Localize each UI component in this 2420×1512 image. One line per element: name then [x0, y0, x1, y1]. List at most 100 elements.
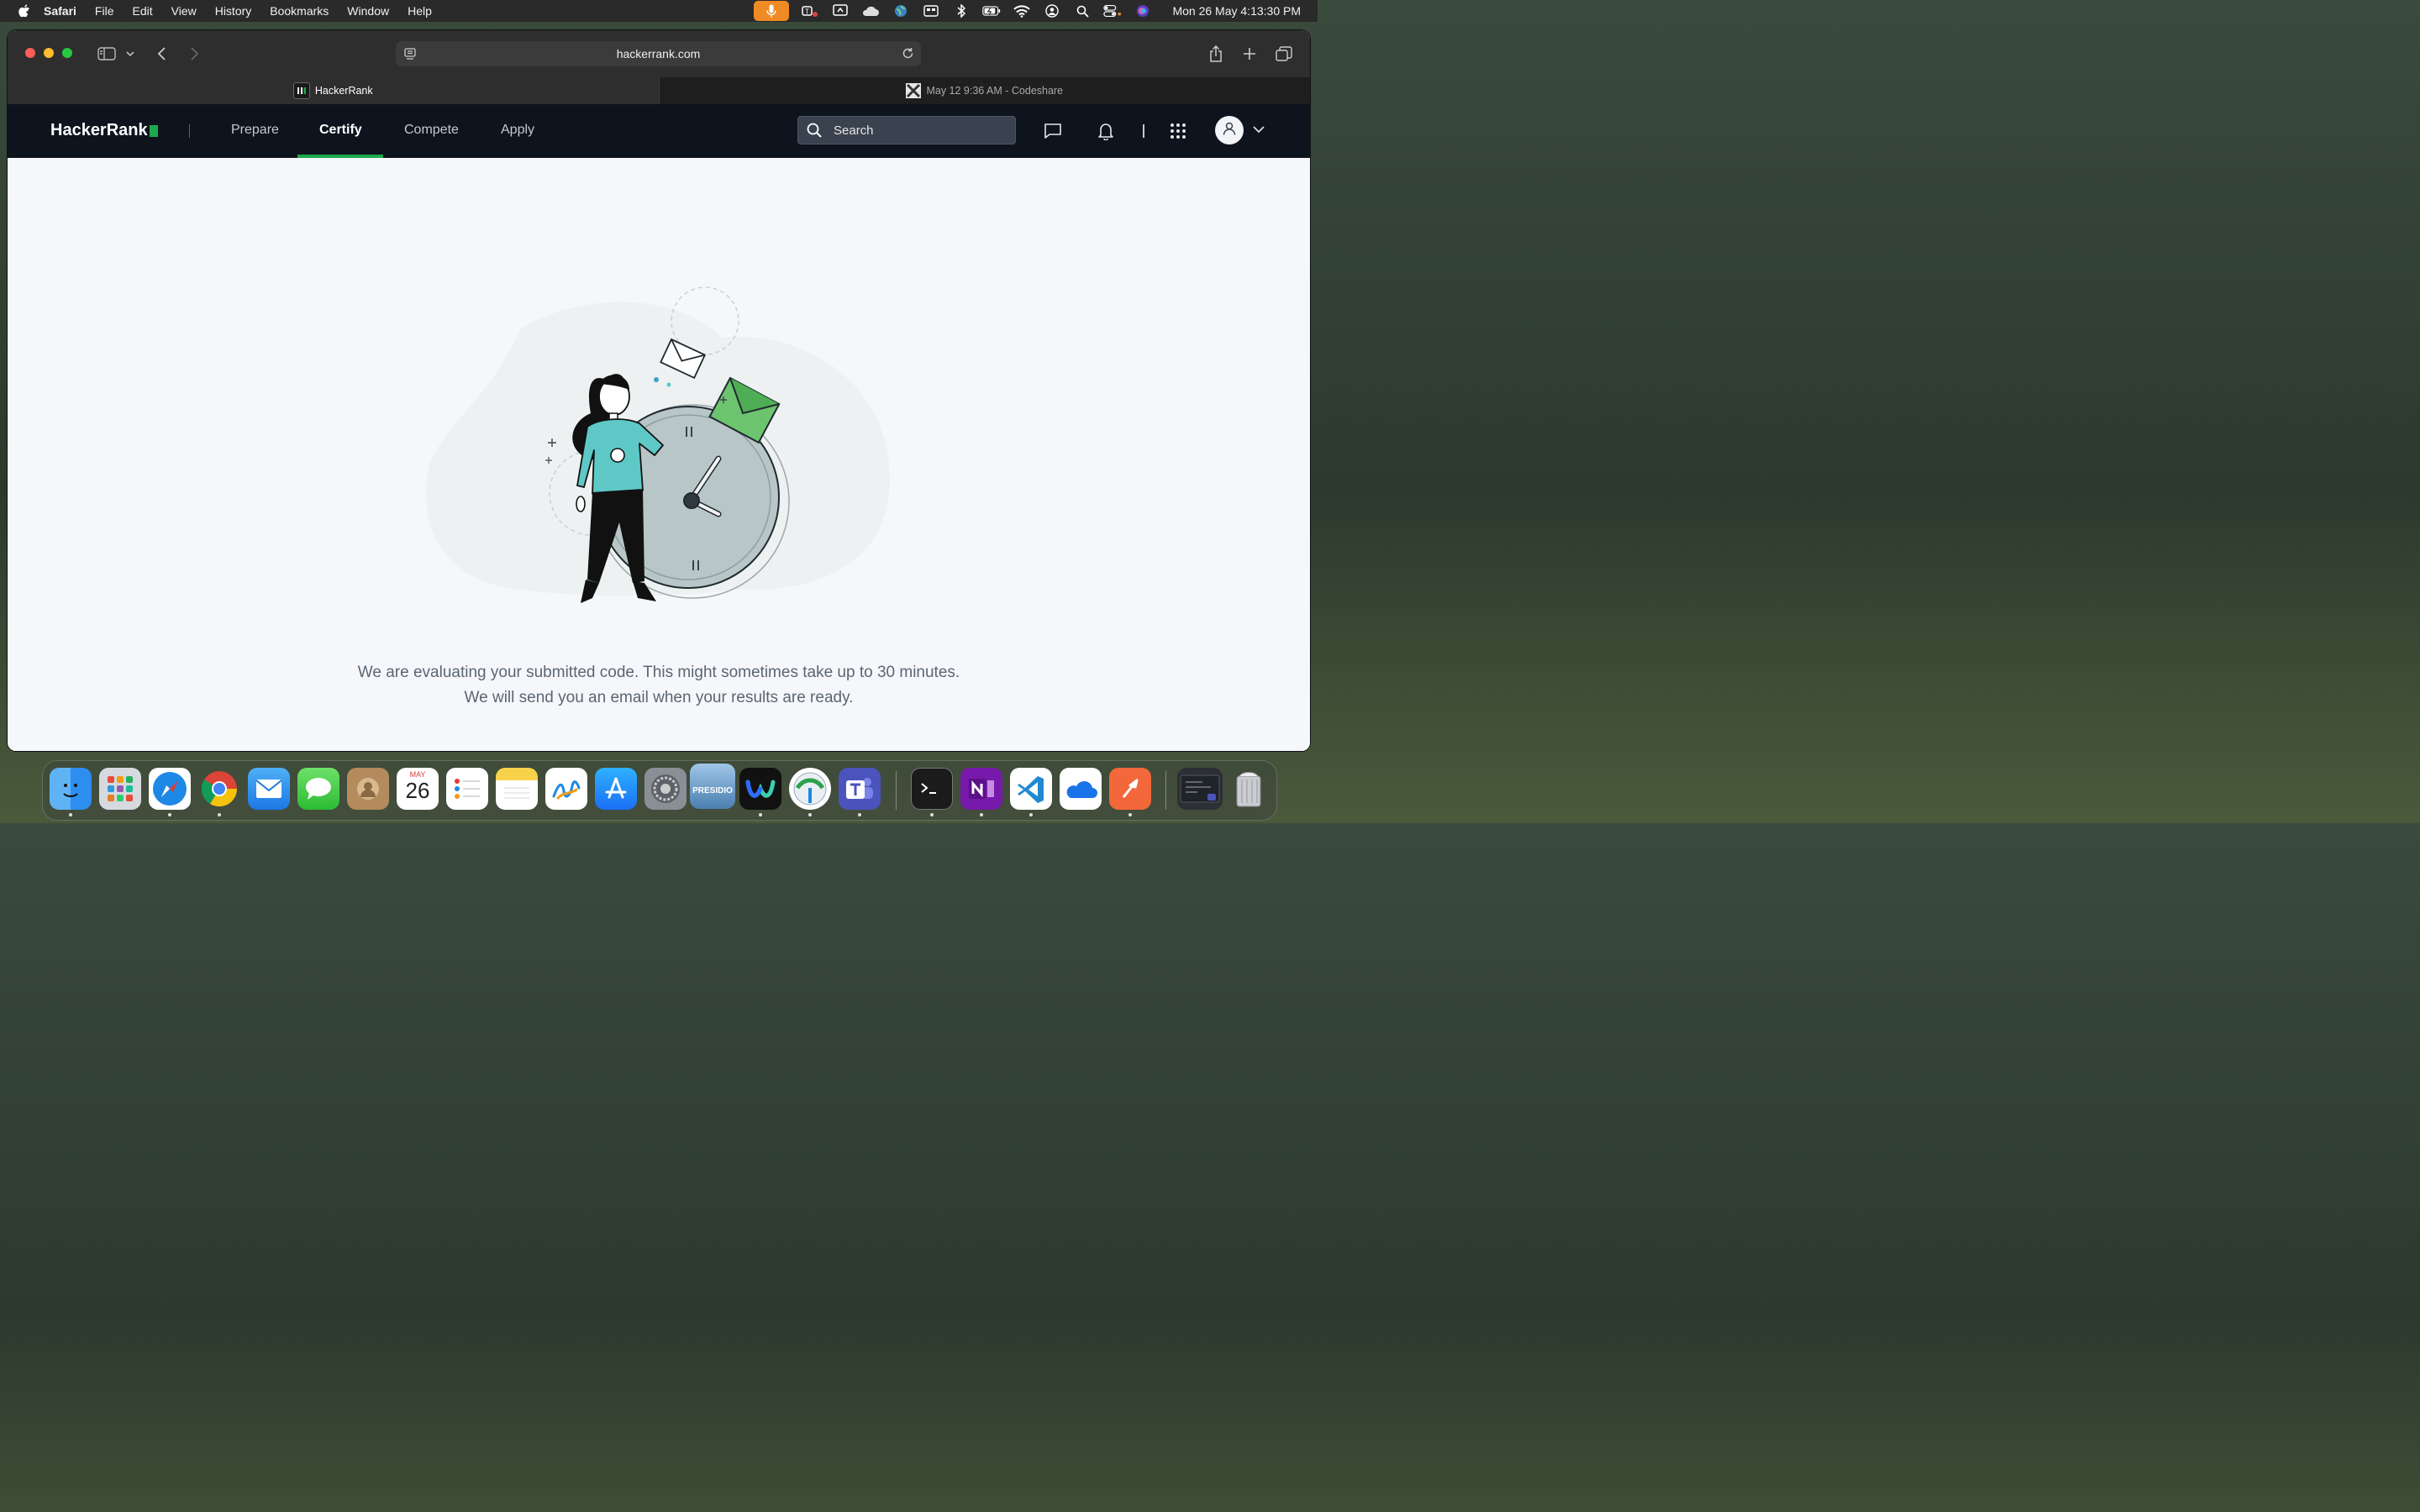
- terminal-icon[interactable]: [911, 768, 953, 810]
- tab-label: HackerRank: [314, 85, 373, 97]
- codeshare-favicon-icon: [906, 83, 922, 98]
- vscode-icon[interactable]: [1010, 768, 1052, 810]
- running-indicator: [858, 813, 861, 816]
- nav-prepare[interactable]: Prepare: [231, 123, 279, 138]
- share-icon[interactable]: [1206, 44, 1226, 64]
- siri-icon[interactable]: [1134, 3, 1152, 18]
- hackerrank-favicon-icon: [292, 82, 310, 99]
- menu-file[interactable]: File: [95, 4, 114, 18]
- address-bar[interactable]: hackerrank.com: [396, 41, 921, 66]
- running-indicator: [69, 813, 72, 816]
- notes-icon[interactable]: [496, 768, 538, 810]
- nav-divider: [189, 124, 190, 138]
- apps-grid-icon[interactable]: [1168, 121, 1188, 141]
- menu-app-name[interactable]: Safari: [44, 4, 76, 18]
- menu-edit[interactable]: Edit: [132, 4, 152, 18]
- message-line-1: We are evaluating your submitted code. T…: [357, 664, 960, 681]
- running-indicator: [168, 813, 171, 816]
- running-indicator: [980, 813, 983, 816]
- new-tab-plus-icon[interactable]: [1239, 44, 1260, 64]
- running-indicator: [930, 813, 934, 816]
- hackerrank-logo[interactable]: HackerRank: [50, 121, 158, 140]
- tab-codeshare[interactable]: May 12 9:36 AM - Codeshare: [658, 77, 1311, 104]
- presidio-app-icon[interactable]: PRESIDIO: [690, 764, 735, 809]
- chat-icon[interactable]: [1043, 121, 1063, 141]
- cisco-vpn-icon[interactable]: [789, 768, 831, 810]
- menu-view[interactable]: View: [171, 4, 197, 18]
- finder-icon[interactable]: [50, 768, 92, 810]
- close-window-button[interactable]: [25, 48, 35, 58]
- notification-bell-icon[interactable]: [1096, 121, 1116, 141]
- profile-chevron-down-icon[interactable]: [1253, 123, 1265, 138]
- running-indicator: [218, 813, 221, 816]
- microsoft-teams-icon[interactable]: [839, 768, 881, 810]
- minimized-window-thumbnail[interactable]: [1177, 768, 1223, 810]
- menu-bar-clock[interactable]: Mon 26 May 4:13:30 PM: [1172, 4, 1301, 18]
- menu-bookmarks[interactable]: Bookmarks: [270, 4, 329, 18]
- postman-icon[interactable]: [1109, 768, 1151, 810]
- chrome-icon[interactable]: [198, 768, 240, 810]
- messages-icon[interactable]: [297, 768, 339, 810]
- window-controls: [25, 48, 72, 58]
- macos-menu-bar: Safari File Edit View History Bookmarks …: [0, 0, 1318, 22]
- onenote-icon[interactable]: [960, 768, 1002, 810]
- dock-separator: [896, 771, 897, 810]
- launchpad-icon[interactable]: [99, 768, 141, 810]
- running-indicator: [759, 813, 762, 816]
- tab-hackerrank[interactable]: HackerRank: [8, 77, 659, 104]
- user-account-icon[interactable]: [1043, 3, 1061, 18]
- screen-share-icon[interactable]: [831, 3, 850, 18]
- freeform-icon[interactable]: [545, 768, 587, 810]
- page-menu-icon[interactable]: [404, 48, 416, 62]
- wifi-icon[interactable]: [1013, 3, 1031, 18]
- webex-icon[interactable]: [739, 768, 781, 810]
- decor-dot-blue: [654, 377, 659, 382]
- safari-icon[interactable]: [149, 768, 191, 810]
- mail-icon[interactable]: [248, 768, 290, 810]
- reload-icon[interactable]: [902, 47, 914, 62]
- tab-overview-icon[interactable]: [1274, 44, 1294, 64]
- sidebar-toggle-icon[interactable]: [97, 44, 117, 64]
- chevron-down-icon[interactable]: [120, 44, 140, 64]
- running-indicator: [1128, 813, 1132, 816]
- bluetooth-icon[interactable]: [952, 3, 971, 18]
- forward-arrow-icon[interactable]: [184, 44, 204, 64]
- cloud-icon[interactable]: [861, 3, 880, 18]
- back-arrow-icon[interactable]: [152, 44, 172, 64]
- contacts-icon[interactable]: [347, 768, 389, 810]
- logo-green-square: [149, 124, 158, 137]
- macos-dock: MAY 26 PRESIDIO: [42, 760, 1277, 821]
- logo-text: HackerRank: [50, 121, 148, 139]
- tab-label: May 12 9:36 AM - Codeshare: [926, 85, 1064, 97]
- minimize-window-button[interactable]: [44, 48, 54, 58]
- teams-status-icon[interactable]: T: [801, 3, 819, 18]
- spotlight-search-icon[interactable]: [1073, 3, 1092, 18]
- onedrive-icon[interactable]: [1060, 768, 1102, 810]
- nav-apply[interactable]: Apply: [501, 123, 534, 138]
- message-line-2: We will send you an email when your resu…: [464, 689, 854, 706]
- trash-icon[interactable]: [1228, 768, 1270, 810]
- svg-text:T: T: [805, 8, 809, 16]
- apple-menu-icon[interactable]: [18, 4, 32, 18]
- nav-certify[interactable]: Certify: [319, 123, 362, 138]
- keyboard-input-icon[interactable]: [922, 3, 940, 18]
- hackerrank-navbar: HackerRank Prepare Certify Compete Apply…: [8, 104, 1310, 158]
- globe-icon[interactable]: [892, 3, 910, 18]
- menu-history[interactable]: History: [215, 4, 252, 18]
- search-input[interactable]: Search: [797, 116, 1016, 144]
- microphone-icon[interactable]: [754, 1, 790, 21]
- nav-compete[interactable]: Compete: [404, 123, 459, 138]
- battery-icon[interactable]: [982, 3, 1001, 18]
- user-profile-icon: [1222, 121, 1237, 140]
- calendar-icon[interactable]: MAY 26: [397, 768, 439, 810]
- menu-help[interactable]: Help: [408, 4, 432, 18]
- system-settings-icon[interactable]: [644, 768, 687, 810]
- app-store-icon[interactable]: [595, 768, 637, 810]
- user-avatar[interactable]: [1215, 116, 1244, 144]
- tab-bar: HackerRank May 12 9:36 AM - Codeshare: [8, 77, 1310, 104]
- reminders-icon[interactable]: [446, 768, 488, 810]
- control-center-icon[interactable]: [1103, 3, 1122, 18]
- menu-window[interactable]: Window: [347, 4, 389, 18]
- zoom-window-button[interactable]: [62, 48, 72, 58]
- evaluation-message: We are evaluating your submitted code. T…: [8, 660, 1310, 711]
